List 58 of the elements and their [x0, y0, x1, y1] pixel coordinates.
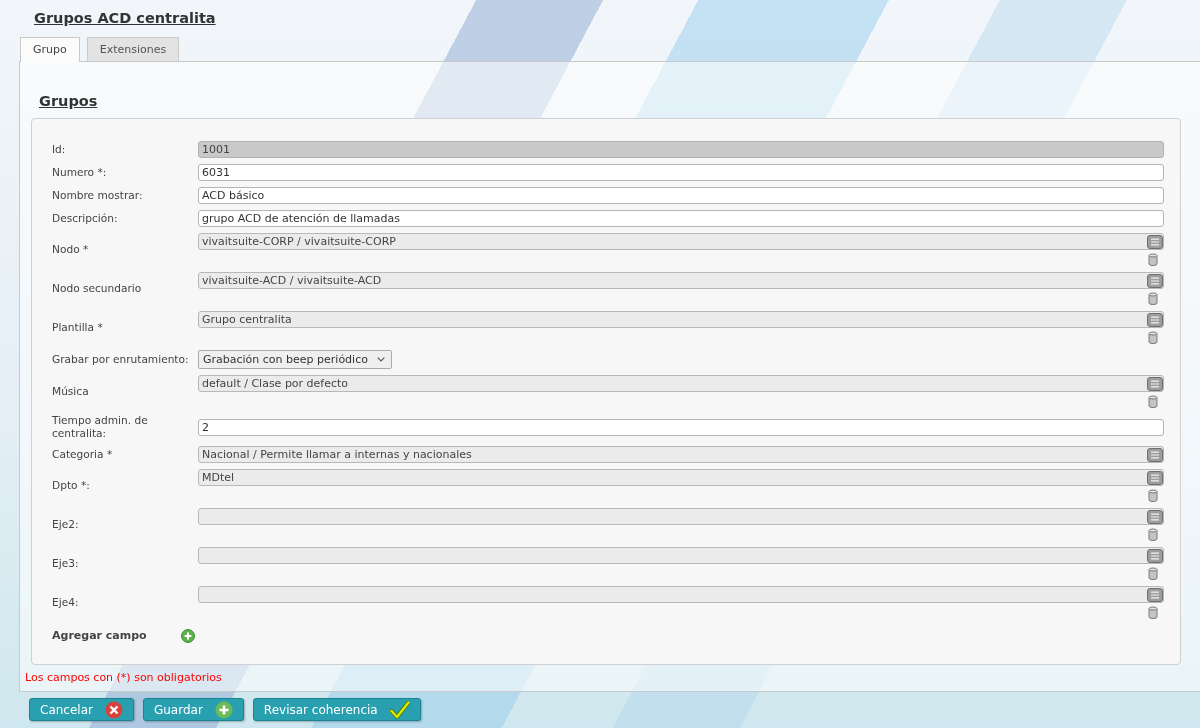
caret-icon	[376, 357, 385, 362]
picker-field[interactable]: MDtel	[198, 469, 1164, 486]
field-label: Eje3:	[52, 557, 80, 570]
field-label: Eje4:	[52, 596, 80, 609]
field-label: Nodo secundario	[52, 282, 143, 295]
field-label: Eje2:	[52, 518, 80, 531]
picker-field[interactable]: vivaitsuite-CORP / vivaitsuite-CORP	[198, 233, 1164, 250]
trash-icon[interactable]	[1148, 292, 1158, 305]
list-icon[interactable]	[1147, 509, 1163, 524]
text-field[interactable]: grupo ACD de atención de llamadas	[198, 210, 1164, 227]
text-field[interactable]: ACD básico	[198, 187, 1164, 204]
trash-icon[interactable]	[1148, 331, 1158, 344]
field-label: Música	[52, 385, 90, 398]
trash-icon[interactable]	[1148, 567, 1158, 580]
picker-field[interactable]: Grupo centralita	[198, 311, 1164, 328]
trash-icon[interactable]	[1148, 528, 1158, 541]
list-icon[interactable]	[1147, 376, 1163, 391]
x-circle-icon	[104, 700, 123, 719]
field-label: Descripción:	[52, 212, 119, 225]
list-icon[interactable]	[1147, 548, 1163, 563]
field-label: Tiempo admin. de centralita:	[52, 414, 149, 440]
picker-field[interactable]	[198, 508, 1164, 525]
list-icon[interactable]	[1147, 587, 1163, 602]
field-label: Dpto *:	[52, 479, 91, 492]
plus-icon	[214, 700, 233, 719]
picker-field[interactable]	[198, 547, 1164, 564]
list-icon[interactable]	[1147, 234, 1163, 249]
list-icon[interactable]	[1147, 312, 1163, 327]
text-field[interactable]: 2	[198, 418, 1164, 436]
text-field: 1001	[198, 141, 1164, 158]
page-title: Grupos ACD centralita	[34, 9, 216, 28]
tab[interactable]: Extensiones	[86, 37, 180, 61]
trash-icon[interactable]	[1148, 395, 1158, 408]
add-field-label: Agregar campo	[52, 628, 147, 644]
field-label: Categoria *	[52, 448, 114, 461]
trash-icon[interactable]	[1148, 253, 1158, 266]
list-icon[interactable]	[1147, 273, 1163, 288]
plus-icon[interactable]	[180, 629, 195, 643]
list-icon[interactable]	[1147, 447, 1163, 462]
dropdown[interactable]: Grabación con beep periódico	[198, 350, 392, 369]
field-label: Plantilla *	[52, 321, 104, 334]
picker-field[interactable]: default / Clase por defecto	[198, 375, 1164, 392]
trash-icon[interactable]	[1148, 489, 1158, 502]
text-field[interactable]: 6031	[198, 164, 1164, 181]
list-icon[interactable]	[1147, 470, 1163, 485]
picker-field[interactable]: vivaitsuite-ACD / vivaitsuite-ACD	[198, 272, 1164, 289]
field-label: Grabar por enrutamiento:	[52, 353, 190, 366]
field-label: Nodo *	[52, 243, 90, 256]
section-title: Grupos	[39, 92, 98, 110]
trash-icon[interactable]	[1148, 606, 1158, 619]
picker-field[interactable]: Nacional / Permite llamar a internas y nacionales	[198, 446, 1164, 463]
required-note: Los campos con (*) son obligatorios	[25, 671, 222, 685]
picker-field[interactable]	[198, 586, 1164, 603]
tab[interactable]: Grupo	[20, 37, 80, 62]
field-label: Numero *:	[52, 166, 108, 179]
field-label: Nombre mostrar:	[52, 189, 144, 202]
field-label: Id:	[52, 143, 67, 156]
check-icon	[389, 700, 410, 719]
